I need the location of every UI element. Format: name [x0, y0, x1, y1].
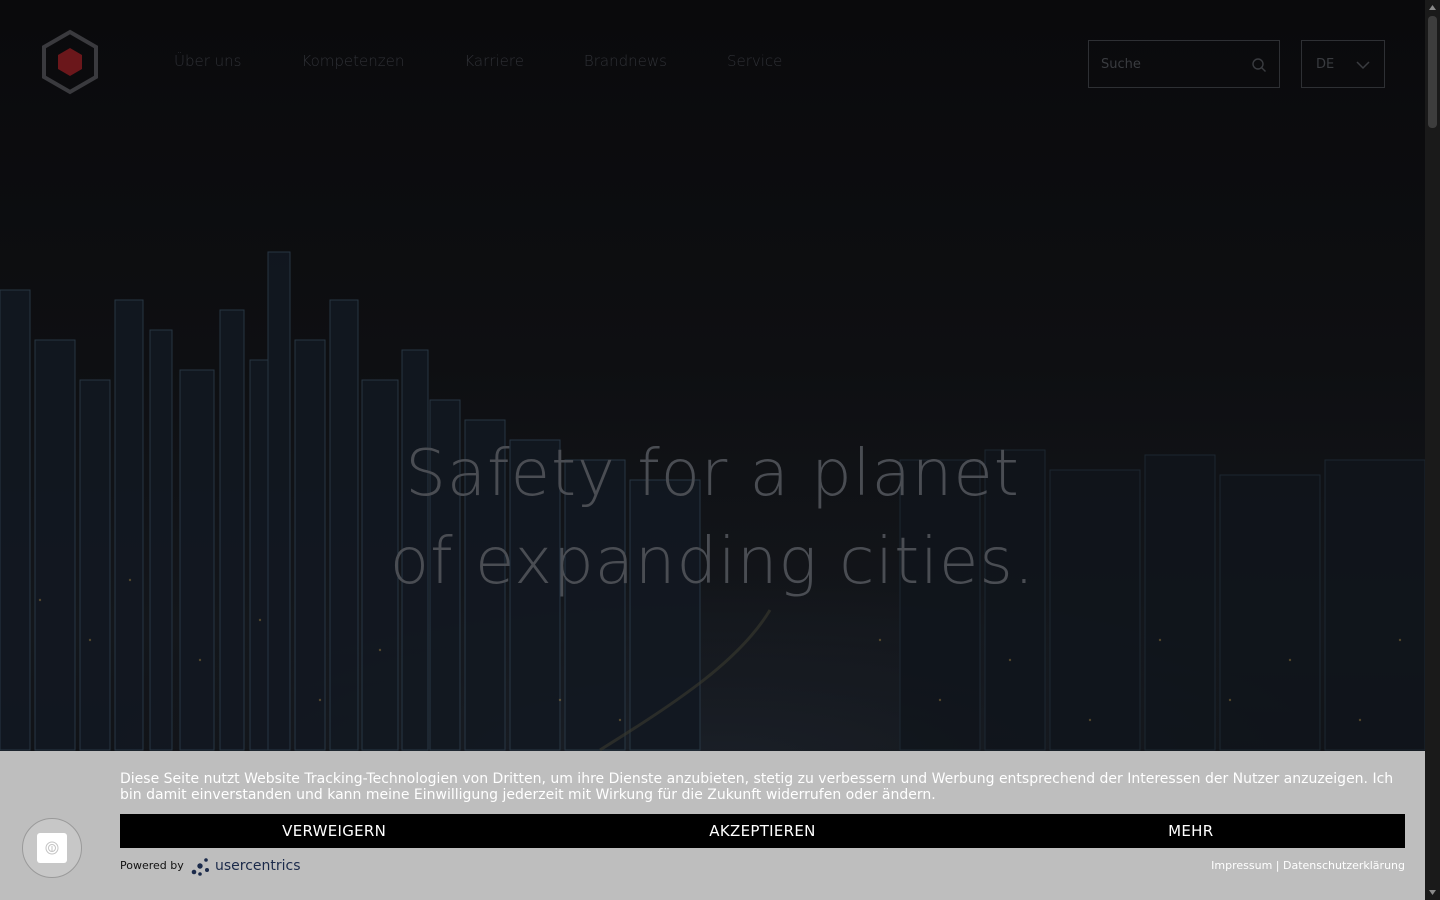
cookie-consent-text: Diese Seite nutzt Website Tracking-Techn… — [120, 771, 1394, 803]
nav-item-service[interactable]: Service — [727, 52, 782, 70]
language-select[interactable]: DE — [1301, 40, 1385, 88]
nav-item-karriere[interactable]: Karriere — [464, 52, 524, 70]
main-nav: Über uns Kompetenzen Karriere Brandnews … — [174, 52, 842, 70]
page: Safety for a planet of expanding cities.… — [0, 0, 1425, 900]
privacy-policy-link[interactable]: Datenschutzerklärung — [1283, 859, 1405, 872]
language-selected-value: DE — [1316, 56, 1335, 72]
fingerprint-icon — [37, 833, 67, 863]
imprint-link[interactable]: Impressum — [1211, 859, 1272, 872]
chevron-down-icon — [1356, 61, 1370, 70]
usercentrics-logo[interactable]: usercentrics — [189, 855, 301, 877]
usercentrics-logo-icon — [191, 858, 209, 876]
privacy-settings-button[interactable] — [22, 818, 82, 878]
hero-headline-line-1: Safety for a planet — [405, 437, 1020, 511]
cookie-button-bar: VERWEIGERN AKZEPTIEREN MEHR — [120, 814, 1405, 848]
deny-button[interactable]: VERWEIGERN — [120, 814, 548, 848]
nav-item-ueber-uns[interactable]: Über uns — [174, 52, 242, 70]
logo-hexagon-icon[interactable] — [38, 28, 102, 96]
accept-button[interactable]: AKZEPTIEREN — [548, 814, 976, 848]
scroll-up-arrow-icon[interactable] — [1425, 0, 1440, 15]
vertical-scrollbar[interactable] — [1425, 0, 1440, 900]
cookie-footer-links: Impressum | Datenschutzerklärung — [1211, 859, 1405, 872]
powered-by-label: Powered by — [120, 859, 184, 872]
search-input[interactable] — [1101, 56, 1241, 72]
usercentrics-wordmark: usercentrics — [215, 858, 301, 874]
site-header: Über uns Kompetenzen Karriere Brandnews … — [0, 0, 1425, 120]
search-icon[interactable] — [1251, 57, 1267, 73]
scrollbar-thumb[interactable] — [1428, 16, 1437, 128]
hero-headline-line-2: of expanding cities. — [389, 525, 1036, 599]
more-button[interactable]: MEHR — [977, 814, 1405, 848]
nav-item-kompetenzen[interactable]: Kompetenzen — [302, 52, 405, 70]
scroll-down-arrow-icon[interactable] — [1425, 885, 1440, 900]
search-field — [1088, 40, 1280, 88]
nav-item-brandnews[interactable]: Brandnews — [584, 52, 667, 70]
cookie-consent-banner: Diese Seite nutzt Website Tracking-Techn… — [0, 751, 1425, 900]
link-separator: | — [1275, 859, 1280, 872]
